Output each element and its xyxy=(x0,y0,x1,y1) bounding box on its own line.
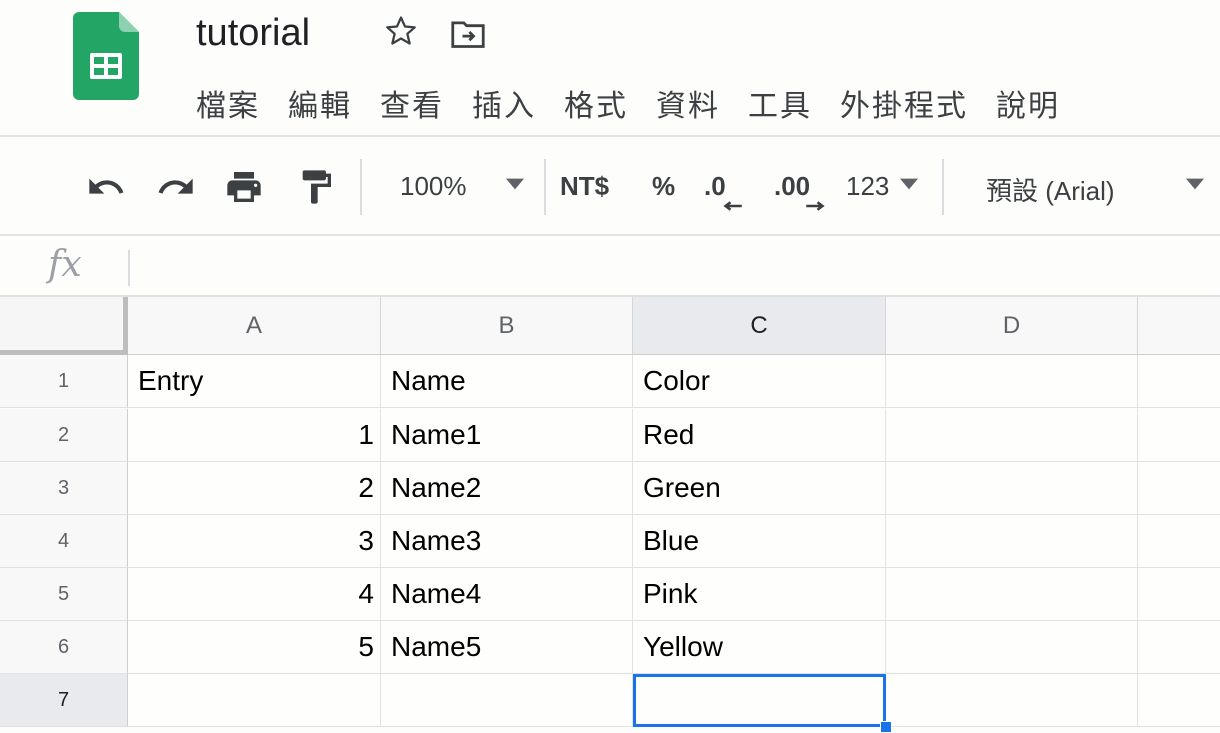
formula-separator xyxy=(128,250,130,286)
cell-a1[interactable]: Entry xyxy=(128,355,381,408)
increase-decimal-button[interactable]: .00 xyxy=(774,167,834,211)
select-all-corner[interactable] xyxy=(0,297,128,355)
cell-partial[interactable] xyxy=(1138,674,1220,727)
cell-c2[interactable]: Red xyxy=(633,409,886,462)
decrease-decimal-button[interactable]: .0 xyxy=(704,167,754,211)
cell-c7[interactable] xyxy=(633,674,886,727)
cell-d6[interactable] xyxy=(886,621,1138,674)
menu-help[interactable]: 說明 xyxy=(996,81,1060,125)
column-header-c[interactable]: C xyxy=(633,297,886,355)
paint-format-icon[interactable] xyxy=(294,167,338,207)
font-select[interactable]: 預設 (Arial) xyxy=(986,171,1115,208)
cell-b7[interactable] xyxy=(381,674,633,727)
redo-icon[interactable] xyxy=(154,167,198,207)
cell-b1[interactable]: Name xyxy=(381,355,633,408)
more-formats-button[interactable]: 123 xyxy=(846,171,889,202)
cell-b6[interactable]: Name5 xyxy=(381,621,633,674)
cell-a4[interactable]: 3 xyxy=(128,515,381,568)
decrease-decimal-label: .0 xyxy=(704,171,726,201)
menu-format[interactable]: 格式 xyxy=(564,81,628,125)
fx-icon: fx xyxy=(48,244,82,285)
cell-a5[interactable]: 4 xyxy=(128,568,381,621)
cell-d5[interactable] xyxy=(886,568,1138,621)
increase-decimal-label: .00 xyxy=(774,171,811,201)
cell-a3[interactable]: 2 xyxy=(128,462,381,515)
chevron-down-icon[interactable] xyxy=(506,177,524,191)
column-header-partial[interactable] xyxy=(1138,297,1220,355)
row-header-4[interactable]: 4 xyxy=(0,515,128,568)
row-header-3[interactable]: 3 xyxy=(0,462,128,515)
zoom-select[interactable]: 100% xyxy=(400,171,467,202)
toolbar-divider xyxy=(0,234,1220,236)
row-header-2[interactable]: 2 xyxy=(0,409,128,462)
menu-addons[interactable]: 外掛程式 xyxy=(840,81,968,125)
row-header-5[interactable]: 5 xyxy=(0,568,128,621)
cell-d1[interactable] xyxy=(886,355,1138,408)
cell-c3[interactable]: Green xyxy=(633,462,886,515)
chevron-down-icon[interactable] xyxy=(1186,177,1204,191)
toolbar-separator xyxy=(360,159,362,215)
menu-bar: 檔案 編輯 查看 插入 格式 資料 工具 外掛程式 說明 xyxy=(196,80,1088,126)
percent-format-button[interactable]: % xyxy=(652,171,675,202)
cell-a2[interactable]: 1 xyxy=(128,409,381,462)
cell-partial[interactable] xyxy=(1138,409,1220,462)
star-icon[interactable] xyxy=(384,14,418,48)
row-header-7[interactable]: 7 xyxy=(0,674,128,727)
formula-input[interactable] xyxy=(138,240,1198,292)
row-header-6[interactable]: 6 xyxy=(0,621,128,674)
cell-partial[interactable] xyxy=(1138,355,1220,408)
menu-data[interactable]: 資料 xyxy=(656,81,720,125)
cell-c4[interactable]: Blue xyxy=(633,515,886,568)
cell-d4[interactable] xyxy=(886,515,1138,568)
cell-partial[interactable] xyxy=(1138,462,1220,515)
cell-c1[interactable]: Color xyxy=(633,355,886,408)
cell-b2[interactable]: Name1 xyxy=(381,409,633,462)
menu-tools[interactable]: 工具 xyxy=(748,81,812,125)
menu-view[interactable]: 查看 xyxy=(380,81,444,125)
cell-b3[interactable]: Name2 xyxy=(381,462,633,515)
cell-b5[interactable]: Name4 xyxy=(381,568,633,621)
arrow-right-icon xyxy=(806,201,825,211)
cell-a7[interactable] xyxy=(128,674,381,727)
print-icon[interactable] xyxy=(222,167,266,207)
cell-c6[interactable]: Yellow xyxy=(633,621,886,674)
column-header-a[interactable]: A xyxy=(128,297,381,355)
toolbar-separator xyxy=(942,159,944,215)
cell-d2[interactable] xyxy=(886,409,1138,462)
menu-edit[interactable]: 編輯 xyxy=(288,81,352,125)
row-header-1[interactable]: 1 xyxy=(0,355,128,408)
cell-d7[interactable] xyxy=(886,674,1138,727)
column-header-d[interactable]: D xyxy=(886,297,1138,355)
cell-b4[interactable]: Name3 xyxy=(381,515,633,568)
fill-handle[interactable] xyxy=(880,721,892,733)
toolbar: 100% NT$ % .0 .00 123 預設 (Arial) xyxy=(0,137,1220,235)
cell-partial[interactable] xyxy=(1138,621,1220,674)
menu-file[interactable]: 檔案 xyxy=(196,81,260,125)
chevron-down-icon[interactable] xyxy=(900,177,918,191)
menu-insert[interactable]: 插入 xyxy=(472,81,536,125)
cell-c5[interactable]: Pink xyxy=(633,568,886,621)
arrow-left-icon xyxy=(723,201,742,211)
document-title[interactable]: tutorial xyxy=(196,12,310,55)
currency-format-button[interactable]: NT$ xyxy=(560,171,609,202)
cell-d3[interactable] xyxy=(886,462,1138,515)
move-to-folder-icon[interactable] xyxy=(450,18,486,50)
cell-partial[interactable] xyxy=(1138,568,1220,621)
cell-a6[interactable]: 5 xyxy=(128,621,381,674)
cell-partial[interactable] xyxy=(1138,515,1220,568)
toolbar-separator xyxy=(544,159,546,215)
google-sheets-logo-icon[interactable] xyxy=(73,12,139,100)
undo-icon[interactable] xyxy=(84,167,128,207)
column-header-b[interactable]: B xyxy=(381,297,633,355)
